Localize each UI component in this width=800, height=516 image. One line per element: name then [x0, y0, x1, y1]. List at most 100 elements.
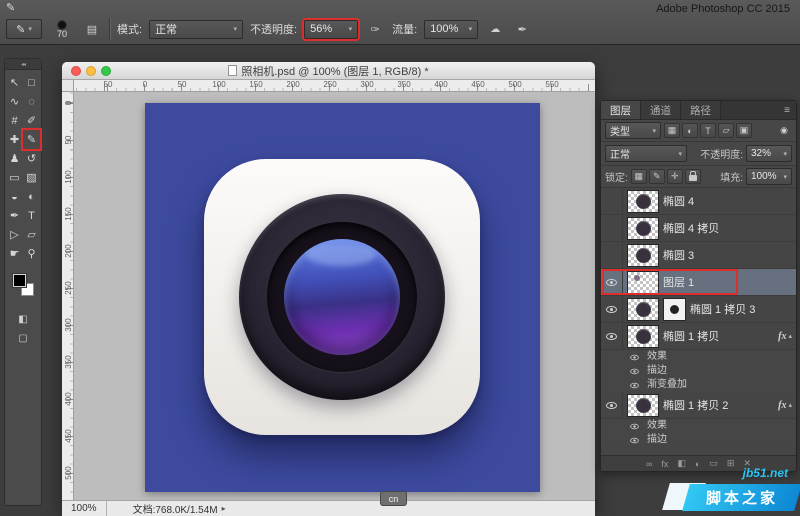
marquee-tool[interactable]: □	[23, 73, 40, 92]
layer-row[interactable]: 椭圆 3	[601, 242, 796, 269]
layer-row[interactable]: 椭圆 4 拷贝	[601, 215, 796, 242]
canvas-viewport[interactable]	[74, 92, 595, 500]
layer-effect-row[interactable]: 效果	[601, 350, 796, 364]
quick-mask-button[interactable]	[18, 315, 27, 325]
tab-channels[interactable]: 通道	[641, 101, 681, 119]
airbrush-button[interactable]	[485, 20, 505, 39]
layer-visibility-toggle[interactable]	[601, 296, 623, 322]
layer-row[interactable]: 图层 1	[601, 269, 796, 296]
h-ruler[interactable]: 50050100150200250300350400450500550	[74, 80, 595, 92]
layer-thumbnail[interactable]	[627, 190, 659, 213]
lock-all-icon[interactable]	[685, 169, 701, 184]
layer-effect-row[interactable]: 描边	[601, 433, 796, 447]
layer-thumbnail[interactable]	[627, 394, 659, 417]
layer-visibility-toggle-empty[interactable]	[601, 215, 623, 241]
filter-type-layers-icon[interactable]: T	[700, 123, 716, 138]
dodge-tool[interactable]: ◐	[23, 187, 40, 206]
layer-visibility-toggle[interactable]	[601, 269, 623, 295]
blend-mode-dropdown[interactable]: 正常	[605, 145, 687, 162]
filter-shape-layers-icon[interactable]: ▱	[718, 123, 734, 138]
tool-preset-picker[interactable]	[6, 19, 42, 39]
layer-thumbnail[interactable]	[627, 217, 659, 240]
filter-type-dropdown[interactable]: 类型	[605, 122, 661, 139]
layer-visibility-toggle-empty[interactable]	[601, 188, 623, 214]
opacity-dropdown[interactable]: 56%	[304, 20, 358, 39]
flow-dropdown[interactable]: 100%	[424, 20, 478, 39]
layer-opacity-dropdown[interactable]: 32%	[746, 145, 792, 162]
filter-pixel-layers-icon[interactable]: ▦	[664, 123, 680, 138]
layer-fx-badge[interactable]: fx	[778, 331, 786, 342]
move-tool[interactable]: ↖	[6, 73, 23, 92]
close-button[interactable]	[71, 66, 81, 76]
ime-indicator[interactable]: cn	[380, 491, 407, 506]
zoom-tool[interactable]: ⚲	[23, 244, 40, 263]
effect-visibility-toggle[interactable]	[630, 437, 639, 442]
hand-tool[interactable]: ☛	[6, 244, 23, 263]
lock-pixels-icon[interactable]: ✎	[649, 169, 665, 184]
tab-paths[interactable]: 路径	[681, 101, 721, 119]
lock-position-icon[interactable]: ✛	[667, 169, 683, 184]
fx-collapse-caret[interactable]: ▴	[788, 401, 792, 409]
shape-tool[interactable]: ▱	[23, 225, 40, 244]
screen-mode-button[interactable]	[18, 334, 27, 344]
brush-preset-picker[interactable]: 70	[49, 17, 75, 41]
fill-dropdown[interactable]: 100%	[746, 168, 792, 185]
layer-mask-thumbnail[interactable]	[663, 298, 686, 321]
layer-thumbnail[interactable]	[627, 244, 659, 267]
layer-effect-row[interactable]: 效果	[601, 419, 796, 433]
layer-row[interactable]: 椭圆 1 拷贝fx▴	[601, 323, 796, 350]
document-icon	[228, 65, 237, 76]
tab-layers[interactable]: 图层	[601, 101, 641, 119]
layer-thumbnail[interactable]	[627, 298, 659, 321]
v-ruler[interactable]: 050100150200250300350400450500	[62, 92, 74, 500]
pressure-opacity-button[interactable]	[365, 20, 385, 39]
eyedropper-tool[interactable]: ✐	[23, 111, 40, 130]
gradient-tool[interactable]: ▧	[23, 168, 40, 187]
quick-select-tool[interactable]: ◌	[23, 92, 40, 111]
toggle-brush-panel-button[interactable]	[82, 20, 102, 39]
brush-tool[interactable]: ✎	[23, 130, 40, 149]
history-brush-tool[interactable]: ↺	[23, 149, 40, 168]
layer-visibility-toggle-empty[interactable]	[601, 242, 623, 268]
path-select-tool[interactable]: ▷	[6, 225, 23, 244]
layer-effect-row[interactable]: 描边	[601, 364, 796, 378]
layer-row[interactable]: 椭圆 4	[601, 188, 796, 215]
pressure-size-button[interactable]	[512, 20, 532, 39]
lock-transparency-icon[interactable]: ▦	[631, 169, 647, 184]
status-caret-icon[interactable]	[222, 503, 226, 514]
layer-visibility-toggle[interactable]	[601, 392, 623, 418]
crop-tool[interactable]: #	[6, 111, 23, 130]
layer-row[interactable]: 椭圆 1 拷贝 2fx▴	[601, 392, 796, 419]
layer-visibility-toggle[interactable]	[601, 323, 623, 349]
blur-tool[interactable]: ◒	[6, 187, 23, 206]
filter-toggle-icon[interactable]	[776, 123, 792, 138]
filter-smart-objects-icon[interactable]: ▣	[736, 123, 752, 138]
filter-adjustment-layers-icon[interactable]: ◐	[682, 123, 698, 138]
layer-row[interactable]: 椭圆 1 拷贝 3	[601, 296, 796, 323]
mode-dropdown[interactable]: 正常	[149, 20, 243, 39]
zoom-level-field[interactable]: 100%	[62, 501, 107, 516]
effect-visibility-toggle[interactable]	[630, 382, 639, 387]
ruler-corner[interactable]	[62, 80, 74, 92]
effect-visibility-toggle[interactable]	[630, 368, 639, 373]
healing-brush-tool[interactable]: ✚	[6, 130, 23, 149]
document-titlebar[interactable]: 照相机.psd @ 100% (图层 1, RGB/8) *	[62, 62, 595, 80]
maximize-button[interactable]	[101, 66, 111, 76]
clone-stamp-tool[interactable]: ♟	[6, 149, 23, 168]
eraser-tool[interactable]: ▭	[6, 168, 23, 187]
layer-effect-row[interactable]: 渐变叠加	[601, 378, 796, 392]
foreground-color-swatch[interactable]	[13, 274, 26, 287]
canvas[interactable]	[145, 103, 540, 492]
minimize-button[interactable]	[86, 66, 96, 76]
toolbar-collapse-button[interactable]	[5, 59, 41, 70]
layer-thumbnail[interactable]	[627, 325, 659, 348]
layer-thumbnail[interactable]	[627, 271, 659, 294]
fx-collapse-caret[interactable]: ▴	[788, 332, 792, 340]
layer-fx-badge[interactable]: fx	[778, 400, 786, 411]
type-tool[interactable]: T	[23, 206, 40, 225]
panel-menu-icon[interactable]	[778, 101, 796, 119]
pen-tool[interactable]: ✒	[6, 206, 23, 225]
lasso-tool[interactable]: ∿	[6, 92, 23, 111]
effect-visibility-toggle[interactable]	[630, 423, 639, 428]
effect-visibility-toggle[interactable]	[630, 354, 639, 359]
